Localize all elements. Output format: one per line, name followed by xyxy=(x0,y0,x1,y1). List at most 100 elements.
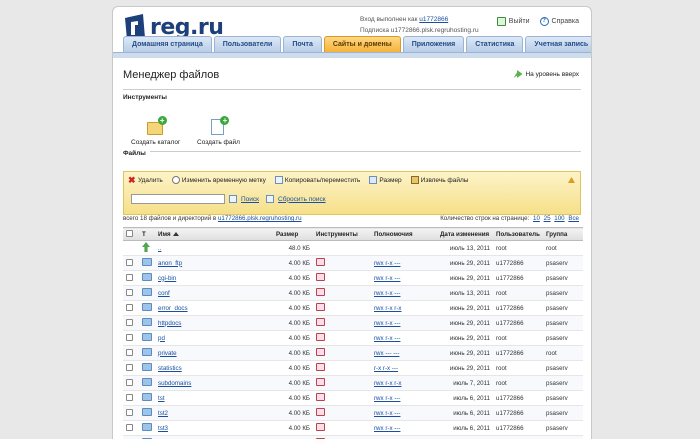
tab-4[interactable]: Приложения xyxy=(402,36,465,52)
permissions-link[interactable]: rwx r-x --- xyxy=(374,395,400,402)
reset-search-button[interactable]: Сбросить поиск xyxy=(278,196,326,203)
edit-icon[interactable] xyxy=(316,393,325,401)
col-name[interactable]: Имя xyxy=(155,227,273,241)
edit-icon[interactable] xyxy=(316,423,325,431)
table-row[interactable]: subdomains 4.00 КБ rwx r-x r-x июль 7, 2011… xyxy=(123,375,583,391)
tab-5[interactable]: Статистика xyxy=(466,36,524,52)
file-name-link[interactable]: conf xyxy=(158,290,170,297)
table-row[interactable]: statistics 4.00 КБ r-x r-x --- июнь 29, 201… xyxy=(123,360,583,376)
permissions-link[interactable]: rwx r-x --- xyxy=(374,275,400,282)
table-row[interactable]: conf 4.00 КБ rwx r-x --- июль 13, 2011 root p… xyxy=(123,285,583,301)
table-row[interactable]: cgi-bin 4.00 КБ rwx r-x --- июнь 29, 2011 u1… xyxy=(123,270,583,286)
change-time-button[interactable]: Изменить временную метку xyxy=(171,176,266,184)
row-checkbox[interactable] xyxy=(126,318,133,326)
file-name-link[interactable]: anon_ftp xyxy=(158,260,182,267)
file-name-link[interactable]: private xyxy=(158,350,177,357)
file-name-link[interactable]: tst3 xyxy=(158,425,168,432)
domain-link[interactable]: u1772866.plsk.regruhosting.ru xyxy=(218,215,302,222)
table-row[interactable]: tst3 4.00 КБ rwx r-x --- июль 6, 2011 u17728… xyxy=(123,420,583,436)
edit-icon[interactable] xyxy=(316,378,325,386)
file-name-link[interactable]: error_docs xyxy=(158,305,188,312)
delete-button[interactable]: ✖ Удалить xyxy=(128,176,163,185)
col-group[interactable]: Группа xyxy=(543,227,583,241)
row-checkbox[interactable] xyxy=(126,363,133,371)
edit-icon[interactable] xyxy=(316,318,325,326)
table-row[interactable]: tst 4.00 КБ rwx r-x --- июль 6, 2011 u177286… xyxy=(123,390,583,406)
col-perms[interactable]: Полномочия xyxy=(371,227,437,241)
file-name-link[interactable]: .. xyxy=(158,245,161,252)
col-type[interactable]: Т xyxy=(139,227,155,241)
uplevel-button[interactable]: На уровень вверх xyxy=(513,70,579,78)
col-modified[interactable]: Дата изменения xyxy=(437,227,493,241)
create-file-button[interactable]: + Создать файл xyxy=(197,116,240,146)
edit-icon[interactable] xyxy=(316,348,325,356)
file-name-link[interactable]: httpdocs xyxy=(158,320,181,327)
create-dir-button[interactable]: + Создать каталог xyxy=(131,116,180,146)
help-button[interactable]: ? Справка xyxy=(539,17,579,26)
edit-icon[interactable] xyxy=(316,333,325,341)
per-page-25[interactable]: 25 xyxy=(544,215,551,222)
row-checkbox[interactable] xyxy=(126,273,133,281)
extract-button[interactable]: Извлечь файлы xyxy=(410,176,468,184)
size-button[interactable]: Размер xyxy=(369,176,402,184)
permissions-link[interactable]: rwx r-x r-x xyxy=(374,305,402,312)
tab-0[interactable]: Домашняя страница xyxy=(123,36,212,52)
collapse-icon[interactable] xyxy=(568,177,575,183)
edit-icon[interactable] xyxy=(316,258,325,266)
per-page-100[interactable]: 100 xyxy=(554,215,564,222)
row-checkbox[interactable] xyxy=(126,288,133,296)
col-size[interactable]: Размер xyxy=(273,227,313,241)
file-name-link[interactable]: pd xyxy=(158,335,165,342)
edit-icon[interactable] xyxy=(316,288,325,296)
permissions-link[interactable]: rwx r-x --- xyxy=(374,335,400,342)
permissions-link[interactable]: rwx r-x --- xyxy=(374,260,400,267)
permissions-link[interactable]: rwx r-x --- xyxy=(374,320,400,327)
row-checkbox[interactable] xyxy=(126,333,133,341)
logout-button[interactable]: Выйти xyxy=(496,17,530,26)
copy-move-button[interactable]: Копировать/переместить xyxy=(274,176,360,184)
file-name-link[interactable]: cgi-bin xyxy=(158,275,176,282)
table-row[interactable]: tst2 4.00 КБ rwx r-x --- июль 6, 2011 u17728… xyxy=(123,405,583,421)
search-input[interactable] xyxy=(131,194,225,204)
select-all-checkbox[interactable] xyxy=(126,229,133,237)
tab-2[interactable]: Почта xyxy=(283,36,322,52)
file-name-link[interactable]: statistics xyxy=(158,365,182,372)
row-checkbox[interactable] xyxy=(126,258,133,266)
table-row[interactable]: .. 48.0 КБ июль 13, 2011 root root xyxy=(123,240,583,256)
file-size: 4.00 КБ xyxy=(273,405,313,421)
table-row[interactable]: anon_ftp 4.00 КБ rwx r-x --- июнь 29, 2011 u… xyxy=(123,255,583,271)
per-page-all[interactable]: Все xyxy=(568,215,579,222)
tab-1[interactable]: Пользователи xyxy=(213,36,282,52)
tab-3[interactable]: Сайты и домены xyxy=(323,36,401,52)
file-name-link[interactable]: tst2 xyxy=(158,410,168,417)
row-checkbox[interactable] xyxy=(126,348,133,356)
row-checkbox[interactable] xyxy=(126,303,133,311)
owner-user: u1772866 xyxy=(493,255,543,271)
tab-6[interactable]: Учетная запись xyxy=(525,36,591,52)
permissions-link[interactable]: r-x r-x --- xyxy=(374,365,398,372)
table-row[interactable]: private 4.00 КБ rwx --- --- июнь 29, 2011 u1… xyxy=(123,345,583,361)
row-checkbox[interactable] xyxy=(126,408,133,416)
table-row[interactable]: error_docs 4.00 КБ rwx r-x r-x июнь 29, 201… xyxy=(123,300,583,316)
file-name-link[interactable]: subdomains xyxy=(158,380,191,387)
edit-icon[interactable] xyxy=(316,408,325,416)
permissions-link[interactable]: rwx r-x r-x xyxy=(374,380,402,387)
login-user-link[interactable]: u1772866 xyxy=(419,16,448,23)
file-name-link[interactable]: tst xyxy=(158,395,165,402)
table-row[interactable]: tst44.00 КБrwx r-x ---июль 6, 2011u17728… xyxy=(123,435,583,439)
permissions-link[interactable]: rwx r-x --- xyxy=(374,425,400,432)
edit-icon[interactable] xyxy=(316,273,325,281)
table-row[interactable]: httpdocs 4.00 КБ rwx r-x --- июнь 29, 2011 u… xyxy=(123,315,583,331)
edit-icon[interactable] xyxy=(316,303,325,311)
col-user[interactable]: Пользователь xyxy=(493,227,543,241)
edit-icon[interactable] xyxy=(316,363,325,371)
permissions-link[interactable]: rwx r-x --- xyxy=(374,410,400,417)
row-checkbox[interactable] xyxy=(126,423,133,431)
permissions-link[interactable]: rwx --- --- xyxy=(374,350,399,357)
permissions-link[interactable]: rwx r-x --- xyxy=(374,290,400,297)
table-row[interactable]: pd 4.00 КБ rwx r-x --- июнь 29, 2011 root psa… xyxy=(123,330,583,346)
row-checkbox[interactable] xyxy=(126,378,133,386)
row-checkbox[interactable] xyxy=(126,393,133,401)
search-button[interactable]: Поиск xyxy=(241,196,259,203)
per-page-10[interactable]: 10 xyxy=(533,215,540,222)
